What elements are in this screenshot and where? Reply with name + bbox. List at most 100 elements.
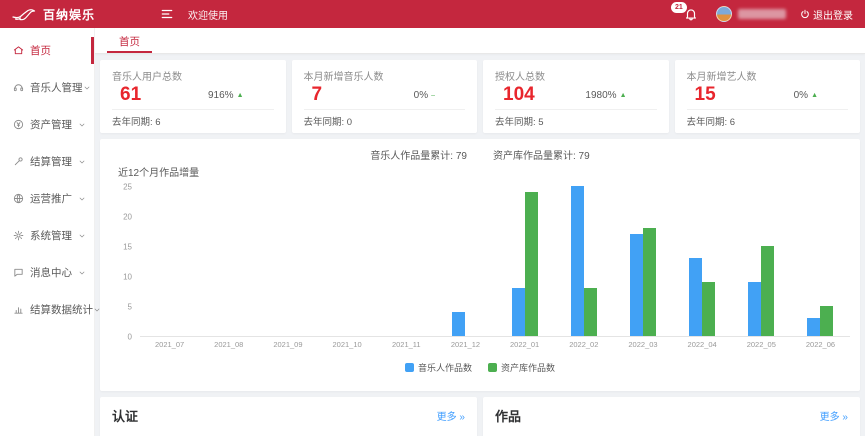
bar	[512, 288, 525, 336]
bar	[748, 282, 761, 336]
compare-value: 6	[730, 117, 735, 128]
trend-up-icon: ▲	[620, 92, 627, 99]
sidebar-item-4[interactable]: 运营推广	[0, 180, 94, 217]
stat-value: 15	[695, 84, 716, 106]
main-area: 首页 音乐人用户总数61916%▲去年同期: 6本月新增音乐人数70%–去年同期…	[95, 28, 865, 436]
x-tick-label: 2021_07	[140, 337, 199, 349]
sidebar-item-6[interactable]: 消息中心	[0, 254, 94, 291]
chevron-down-icon	[78, 195, 86, 203]
compare-label: 去年同期:	[112, 117, 153, 128]
stat-card-0: 音乐人用户总数61916%▲去年同期: 6	[100, 60, 286, 133]
chart-icon	[13, 304, 24, 315]
y-tick-label: 10	[123, 273, 132, 282]
trend-up-icon: ▲	[237, 92, 244, 99]
bar	[452, 312, 465, 336]
stat-percent: 1980%	[585, 90, 616, 101]
x-axis-labels: 2021_072021_082021_092021_102021_112021_…	[140, 337, 850, 349]
bar-group-2022_04	[673, 258, 732, 336]
panel-0: 认证更多 »头像音乐人名称类型状态提交时间审核时间操作	[100, 397, 477, 436]
logout-button[interactable]: 退出登录	[800, 7, 853, 22]
chart-title: 近12个月作品增量	[118, 164, 850, 179]
stat-title: 本月新增音乐人数	[304, 68, 466, 83]
bar-group-2022_01	[495, 192, 554, 336]
bar	[689, 258, 702, 336]
stat-trend: 0%–	[414, 90, 435, 101]
welcome-text: 欢迎使用	[188, 7, 228, 22]
legend-item-1[interactable]: 资产库作品数	[488, 361, 555, 374]
chevron-down-icon	[83, 84, 91, 92]
panel-1: 作品更多 »封面歌名音乐人名称作品类型作品状态创建时间操作	[483, 397, 860, 436]
chevron-down-icon	[78, 269, 86, 277]
y-tick-label: 25	[123, 183, 132, 192]
more-link[interactable]: 更多 »	[820, 408, 848, 423]
home-icon	[13, 45, 24, 56]
chevron-down-icon	[78, 121, 86, 129]
trend-flat-icon: –	[431, 92, 435, 99]
x-tick-label: 2021_10	[318, 337, 377, 349]
bar-group-2022_06	[791, 306, 850, 336]
stat-compare: 去年同期: 6	[112, 109, 274, 128]
dashboard-content: 音乐人用户总数61916%▲去年同期: 6本月新增音乐人数70%–去年同期: 0…	[95, 54, 865, 436]
stat-card-3: 本月新增艺人数150%▲去年同期: 6	[675, 60, 861, 133]
sidebar-item-label: 资产管理	[30, 117, 72, 132]
chevron-down-icon	[93, 306, 101, 314]
compare-label: 去年同期:	[495, 117, 536, 128]
x-tick-label: 2021_09	[258, 337, 317, 349]
bird-logo-icon	[12, 7, 38, 21]
tab-home-label: 首页	[119, 36, 140, 48]
stat-percent: 0%	[794, 90, 808, 101]
stat-trend: 916%▲	[208, 90, 244, 101]
x-tick-label: 2021_12	[436, 337, 495, 349]
sidebar-item-2[interactable]: 资产管理	[0, 106, 94, 143]
menu-collapse-icon[interactable]	[160, 7, 174, 21]
sidebar-item-label: 消息中心	[30, 265, 72, 280]
panel-title: 认证	[112, 406, 138, 425]
sidebar-item-5[interactable]: 系统管理	[0, 217, 94, 254]
stat-title: 音乐人用户总数	[112, 68, 274, 83]
stat-percent: 0%	[414, 90, 428, 101]
y-axis: 0510152025	[110, 187, 140, 337]
bar-group-2022_02	[554, 186, 613, 336]
asset-works-total: 资产库作品量累计: 79	[493, 147, 590, 162]
bar-group-2022_03	[613, 228, 672, 336]
bar	[630, 234, 643, 336]
tab-home[interactable]: 首页	[107, 28, 152, 53]
bar	[571, 186, 584, 336]
stat-value: 104	[503, 84, 535, 106]
legend-item-0[interactable]: 音乐人作品数	[405, 361, 472, 374]
notification-bell-icon[interactable]: 21	[684, 7, 698, 21]
chart-summaries: 音乐人作品量累计: 79 资产库作品量累计: 79	[110, 147, 850, 162]
x-tick-label: 2021_08	[199, 337, 258, 349]
x-tick-label: 2022_05	[732, 337, 791, 349]
bar-group-2021_12	[436, 312, 495, 336]
bar	[761, 246, 774, 336]
bar	[702, 282, 715, 336]
avatar[interactable]	[716, 6, 732, 22]
chevron-down-icon	[78, 232, 86, 240]
bar	[584, 288, 597, 336]
legend-swatch	[488, 363, 497, 372]
more-link[interactable]: 更多 »	[437, 408, 465, 423]
y-tick-label: 5	[128, 303, 132, 312]
y-tick-label: 15	[123, 243, 132, 252]
stat-compare: 去年同期: 0	[304, 109, 466, 128]
sidebar-item-label: 首页	[30, 43, 51, 58]
stat-value: 7	[312, 84, 323, 106]
compare-label: 去年同期:	[304, 117, 345, 128]
stat-main: 61916%▲	[112, 83, 274, 109]
panel-header: 作品 更多 »	[495, 406, 848, 425]
sidebar-item-1[interactable]: 音乐人管理	[0, 69, 94, 106]
panel-title: 作品	[495, 406, 521, 425]
bar-chart: 0510152025	[110, 187, 850, 337]
x-tick-label: 2022_03	[613, 337, 672, 349]
logout-label: 退出登录	[813, 7, 853, 22]
sidebar-item-0[interactable]: 首页	[0, 32, 94, 69]
y-tick-label: 20	[123, 213, 132, 222]
stat-percent: 916%	[208, 90, 234, 101]
stat-main: 7 0%–	[304, 83, 466, 109]
sidebar-item-3[interactable]: 结算管理	[0, 143, 94, 180]
sidebar-item-label: 系统管理	[30, 228, 72, 243]
bar	[820, 306, 833, 336]
sidebar-item-7[interactable]: 结算数据统计	[0, 291, 94, 328]
legend-label: 音乐人作品数	[418, 361, 472, 374]
